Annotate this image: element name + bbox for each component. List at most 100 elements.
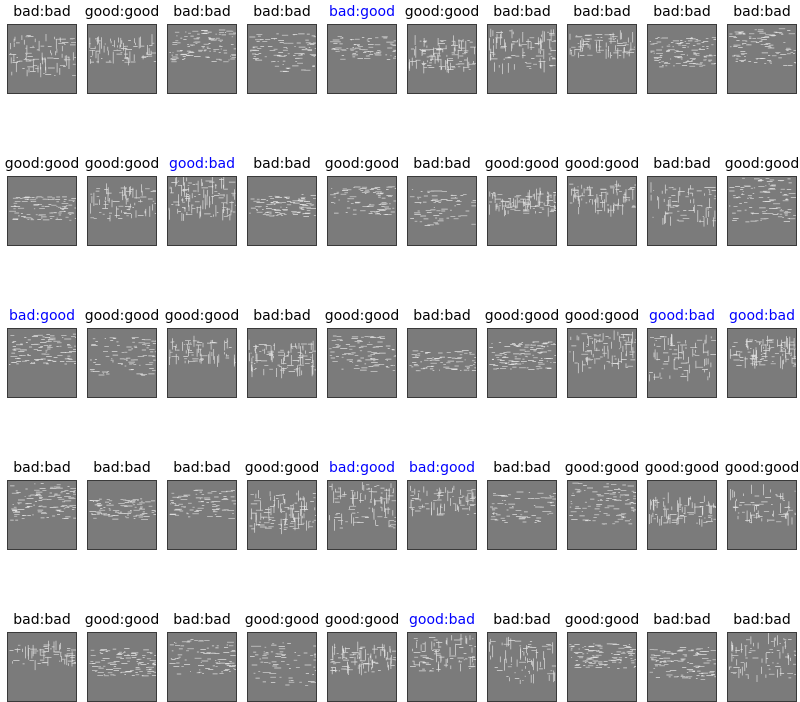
spectrogram-image xyxy=(487,24,557,94)
spectrogram-texture xyxy=(650,182,716,227)
spectrogram-texture xyxy=(9,196,76,221)
spectrogram-texture xyxy=(410,633,476,672)
sample-cell: bad:bad xyxy=(727,2,797,94)
spectrogram-image xyxy=(327,24,397,94)
spectrogram-texture xyxy=(249,33,316,72)
spectrogram-image xyxy=(327,176,397,246)
spectrogram-texture xyxy=(89,34,156,66)
spectrogram-image xyxy=(727,176,797,246)
spectrogram-image xyxy=(247,328,317,398)
spectrogram-grid: bad:bad good:good bad:bad bad:bad bad:good go… xyxy=(0,0,800,702)
sample-cell: good:bad xyxy=(167,154,237,246)
sample-cell: bad:bad xyxy=(647,610,717,702)
spectrogram-image xyxy=(327,480,397,550)
spectrogram-image xyxy=(647,632,717,702)
spectrogram-texture xyxy=(489,636,556,684)
sample-cell: bad:bad xyxy=(87,458,157,550)
sample-label: good:good xyxy=(724,156,800,172)
spectrogram-image xyxy=(167,24,237,94)
spectrogram-image xyxy=(247,480,317,550)
spectrogram-texture xyxy=(89,498,156,520)
sample-cell: bad:good xyxy=(7,306,77,398)
spectrogram-image xyxy=(647,480,717,550)
spectrogram-texture xyxy=(648,492,716,527)
spectrogram-image xyxy=(407,480,477,550)
spectrogram-image xyxy=(487,632,557,702)
spectrogram-texture xyxy=(329,482,396,531)
sample-cell: good:good xyxy=(245,458,319,550)
sample-cell: good:good xyxy=(325,306,399,398)
sample-label: good:bad xyxy=(729,308,795,324)
spectrogram-texture xyxy=(409,485,476,517)
spectrogram-texture xyxy=(569,643,636,669)
spectrogram-image xyxy=(247,24,317,94)
spectrogram-texture xyxy=(569,180,636,217)
spectrogram-image xyxy=(407,632,477,702)
spectrogram-image xyxy=(567,632,637,702)
sample-cell: bad:bad xyxy=(167,2,237,94)
spectrogram-image xyxy=(167,176,237,246)
sample-cell: good:good xyxy=(85,2,159,94)
sample-cell: bad:bad xyxy=(647,154,717,246)
spectrogram-texture xyxy=(9,333,76,365)
spectrogram-texture xyxy=(409,350,476,372)
spectrogram-image xyxy=(727,632,797,702)
sample-cell: bad:bad xyxy=(167,610,237,702)
spectrogram-image xyxy=(567,328,637,398)
spectrogram-image xyxy=(87,328,157,398)
sample-cell: good:good xyxy=(245,610,319,702)
spectrogram-image xyxy=(87,480,157,550)
sample-cell: bad:bad xyxy=(407,306,477,398)
sample-cell: bad:bad xyxy=(247,306,317,398)
spectrogram-image xyxy=(487,328,557,398)
spectrogram-texture xyxy=(9,34,76,78)
spectrogram-image xyxy=(87,24,157,94)
spectrogram-image xyxy=(167,480,237,550)
spectrogram-texture xyxy=(649,647,716,680)
spectrogram-texture xyxy=(250,642,316,686)
sample-cell: good:good xyxy=(405,2,479,94)
sample-cell: good:good xyxy=(565,154,639,246)
spectrogram-texture xyxy=(488,28,556,75)
sample-cell: bad:bad xyxy=(647,2,717,94)
spectrogram-texture xyxy=(409,189,476,226)
spectrogram-texture xyxy=(729,177,796,223)
spectrogram-image xyxy=(407,24,477,94)
spectrogram-image xyxy=(647,176,717,246)
sample-cell: good:good xyxy=(565,306,639,398)
sample-cell: bad:bad xyxy=(487,2,557,94)
spectrogram-image xyxy=(167,328,237,398)
spectrogram-texture xyxy=(329,335,396,373)
spectrogram-image xyxy=(7,632,77,702)
sample-cell: bad:good xyxy=(327,2,397,94)
spectrogram-image xyxy=(87,632,157,702)
spectrogram-image xyxy=(327,632,397,702)
spectrogram-texture xyxy=(408,35,476,74)
sample-cell: bad:bad xyxy=(7,610,77,702)
spectrogram-image xyxy=(567,480,637,550)
spectrogram-image xyxy=(487,480,557,550)
sample-cell: good:good xyxy=(85,610,159,702)
spectrogram-image xyxy=(727,480,797,550)
sample-cell: good:good xyxy=(485,306,559,398)
spectrogram-texture xyxy=(730,484,796,526)
sample-cell: bad:bad xyxy=(7,458,77,550)
sample-cell: bad:bad xyxy=(7,2,77,94)
sample-cell: good:good xyxy=(325,610,399,702)
spectrogram-image xyxy=(727,328,797,398)
sample-cell: bad:bad xyxy=(487,458,557,550)
sample-cell: good:good xyxy=(165,306,239,398)
spectrogram-texture xyxy=(490,491,556,523)
spectrogram-texture xyxy=(649,37,716,68)
spectrogram-texture xyxy=(169,639,236,675)
sample-cell: good:good xyxy=(85,154,159,246)
spectrogram-texture xyxy=(729,633,796,682)
spectrogram-image xyxy=(647,24,717,94)
sample-cell: bad:bad xyxy=(407,154,477,246)
sample-cell: good:good xyxy=(725,154,799,246)
spectrogram-texture xyxy=(10,483,76,521)
sample-cell: good:good xyxy=(85,306,159,398)
spectrogram-texture xyxy=(330,641,396,676)
spectrogram-texture xyxy=(249,490,316,535)
spectrogram-texture xyxy=(248,339,316,379)
